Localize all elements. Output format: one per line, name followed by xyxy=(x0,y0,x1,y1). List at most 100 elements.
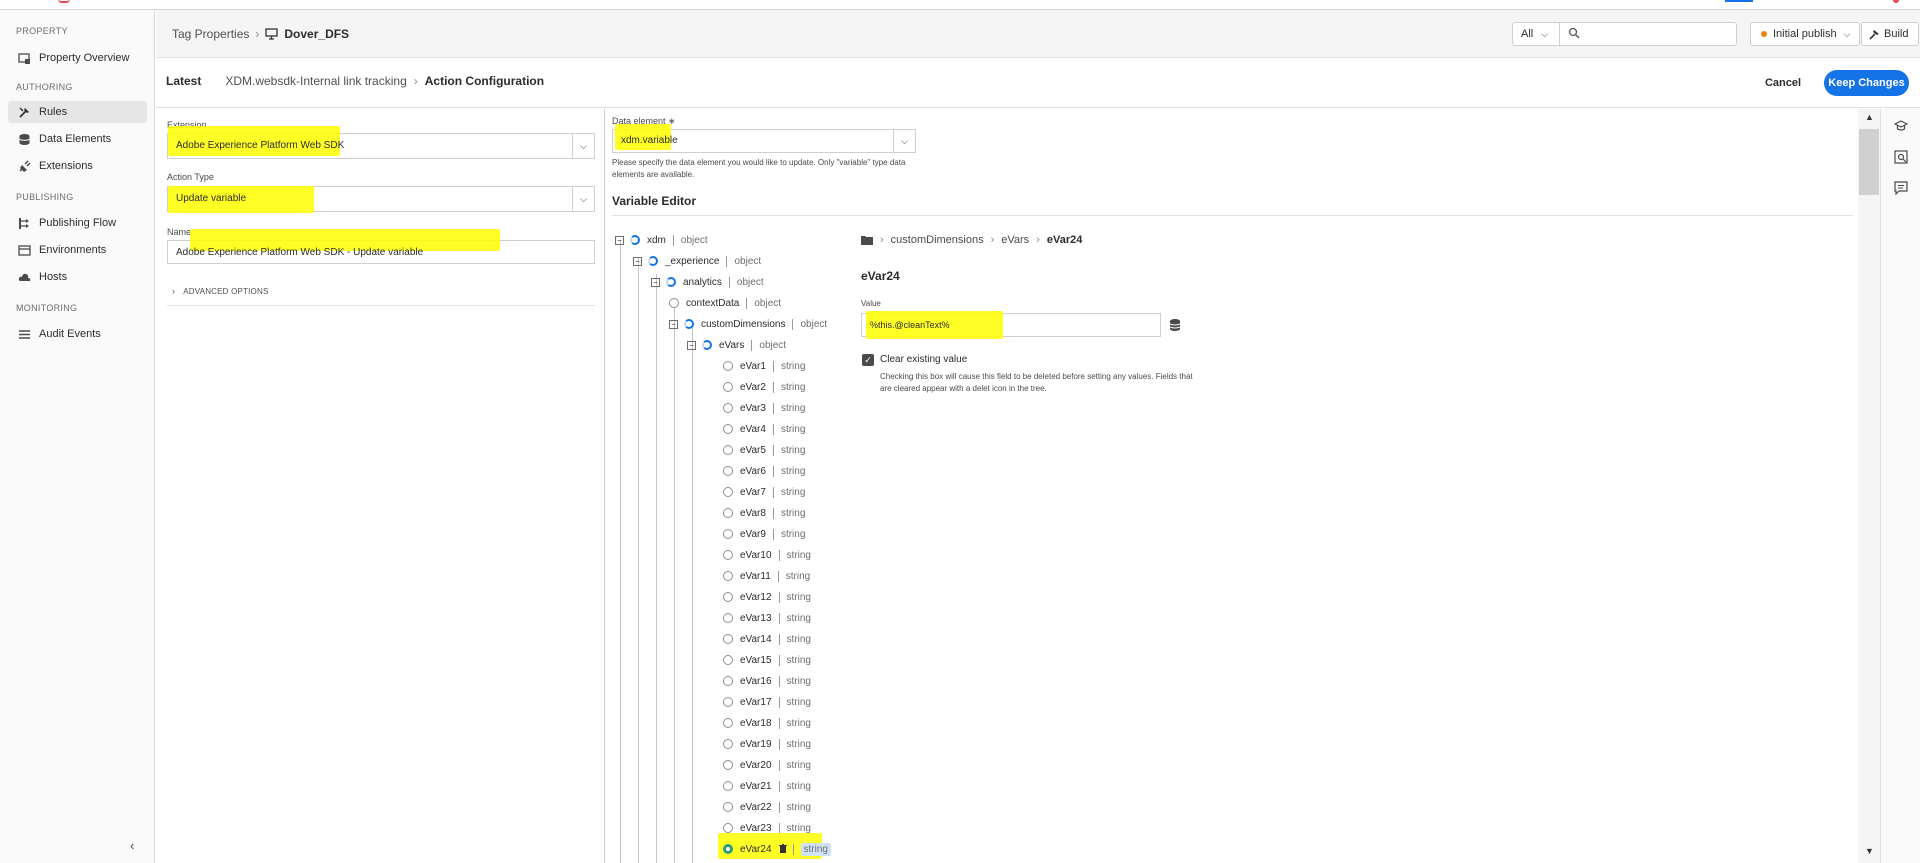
tree-node-evar13[interactable]: eVar13 string xyxy=(723,609,811,627)
tree-node-customdimensions[interactable]: − customDimensions object xyxy=(669,315,827,333)
chevron-down-icon[interactable]: ⌵ xyxy=(893,130,915,152)
collapse-icon[interactable]: − xyxy=(687,340,696,350)
path-segment-current: eVar24 xyxy=(1046,234,1083,246)
collapse-sidebar-icon[interactable]: ‹ xyxy=(130,839,142,852)
scroll-thumb[interactable] xyxy=(1859,129,1879,195)
tree-node-evar2[interactable]: eVar2 string xyxy=(723,378,805,396)
tree-node-type: object xyxy=(800,318,828,330)
tree-node-evar4[interactable]: eVar4 string xyxy=(723,420,805,438)
tree-node-evar18[interactable]: eVar18 string xyxy=(723,714,811,732)
tree-node-evar21[interactable]: eVar21 string xyxy=(723,777,811,795)
tree-node-evar3[interactable]: eVar3 string xyxy=(723,399,805,417)
tree-node-analytics[interactable]: − analytics object xyxy=(651,273,764,291)
tree-node-evar15[interactable]: eVar15 string xyxy=(723,651,811,669)
cloud-icon xyxy=(18,271,31,284)
scope-filter-select[interactable]: All ⌵ xyxy=(1512,22,1560,46)
tree-node-type: string xyxy=(785,570,811,582)
vertical-scrollbar[interactable]: ▲ ▼ xyxy=(1858,109,1880,863)
section-property: PROPERTY xyxy=(16,26,68,36)
unset-field-icon xyxy=(723,823,733,833)
tree-node-evar22[interactable]: eVar22 string xyxy=(723,798,811,816)
collapse-icon[interactable]: − xyxy=(615,235,624,245)
build-button[interactable]: Build xyxy=(1861,22,1919,46)
tree-node-evar24-selected[interactable]: eVar24 string xyxy=(723,840,831,858)
tree-node-evar9[interactable]: eVar9 string xyxy=(723,525,805,543)
unset-field-icon xyxy=(723,571,733,581)
tree-node-evar8[interactable]: eVar8 string xyxy=(723,504,805,522)
separator xyxy=(672,234,674,246)
tree-node-type: string xyxy=(786,738,811,750)
tree-guide xyxy=(656,274,657,863)
publish-status-button[interactable]: Initial publish ⌵ xyxy=(1750,22,1860,46)
list-icon xyxy=(18,328,31,341)
tree-node-name: eVar3 xyxy=(740,402,766,414)
current-page-title: Action Configuration xyxy=(424,74,545,88)
section-publishing: PUBLISHING xyxy=(16,192,74,202)
tree-node-evar16[interactable]: eVar16 string xyxy=(723,672,811,690)
collapse-icon[interactable]: − xyxy=(633,256,642,266)
extension-select[interactable]: Adobe Experience Platform Web SDK ⌵ xyxy=(167,126,595,159)
tree-node-type: string xyxy=(786,612,811,624)
breadcrumb-tag-properties[interactable]: Tag Properties xyxy=(172,27,249,41)
clear-existing-checkbox[interactable]: ✓ xyxy=(862,354,874,366)
sidebar-item-data-elements[interactable]: Data Elements xyxy=(8,128,147,150)
data-element-select[interactable]: xdm.variable ⌵ xyxy=(612,124,916,153)
scroll-up-icon[interactable]: ▲ xyxy=(1865,112,1874,122)
sidebar-item-hosts[interactable]: Hosts xyxy=(8,266,147,288)
tree-node-experience[interactable]: − _experience object xyxy=(633,252,761,270)
path-segment[interactable]: customDimensions xyxy=(891,234,984,246)
tree-node-contextdata[interactable]: contextData object xyxy=(669,294,781,312)
rule-name-link[interactable]: XDM.websdk-Internal link tracking xyxy=(225,74,406,88)
chevron-right-icon: › xyxy=(880,234,884,246)
tree-node-name: customDimensions xyxy=(701,318,786,330)
sidebar-item-audit-events[interactable]: Audit Events xyxy=(8,323,147,345)
object-icon xyxy=(630,235,640,245)
sidebar-item-publishing-flow[interactable]: Publishing Flow xyxy=(8,212,147,234)
chevron-down-icon[interactable]: ⌵ xyxy=(572,134,594,158)
sidebar-item-environments[interactable]: Environments xyxy=(8,239,147,261)
tree-node-evar1[interactable]: eVar1 string xyxy=(723,357,805,375)
tree-node-evar6[interactable]: eVar6 string xyxy=(723,462,805,480)
tree-node-evar14[interactable]: eVar14 string xyxy=(723,630,811,648)
search-input[interactable] xyxy=(1559,22,1737,46)
learn-icon[interactable] xyxy=(1893,119,1909,133)
collapse-icon[interactable]: − xyxy=(651,277,660,287)
separator xyxy=(777,570,779,582)
action-type-select[interactable]: Update variable ⌵ xyxy=(167,186,595,213)
path-segment[interactable]: eVars xyxy=(1001,234,1029,246)
tree-node-evar19[interactable]: eVar19 string xyxy=(723,735,811,753)
latest-revision-tab[interactable]: Latest xyxy=(166,74,201,88)
action-type-label: Action Type xyxy=(167,172,214,182)
tree-node-evar7[interactable]: eVar7 string xyxy=(723,483,805,501)
unset-field-icon xyxy=(723,382,733,392)
tree-node-evar12[interactable]: eVar12 string xyxy=(723,588,811,606)
environments-icon xyxy=(18,244,31,257)
chevron-down-icon[interactable]: ⌵ xyxy=(572,187,594,211)
scroll-down-icon[interactable]: ▼ xyxy=(1865,846,1874,856)
tree-node-evar20[interactable]: eVar20 string xyxy=(723,756,811,774)
tree-node-evar17[interactable]: eVar17 string xyxy=(723,693,811,711)
data-element-picker-icon[interactable] xyxy=(1169,318,1181,332)
sidebar-item-extensions[interactable]: Extensions xyxy=(8,155,147,177)
unset-field-icon xyxy=(723,739,733,749)
keep-changes-button[interactable]: Keep Changes xyxy=(1824,70,1909,96)
tree-node-evar11[interactable]: eVar11 string xyxy=(723,567,810,585)
advanced-options-toggle[interactable]: › ADVANCED OPTIONS xyxy=(172,286,269,296)
value-input[interactable]: %this.@cleanText% xyxy=(861,311,1161,339)
tree-node-evars[interactable]: − eVars object xyxy=(687,336,786,354)
collapse-icon[interactable]: − xyxy=(669,319,678,329)
sidebar-item-property-overview[interactable]: Property Overview xyxy=(8,47,147,69)
tree-node-name: eVar24 xyxy=(740,843,772,855)
sidebar-item-rules[interactable]: Rules xyxy=(8,101,147,123)
comment-icon[interactable] xyxy=(1894,181,1908,196)
action-type-value: Update variable xyxy=(176,193,247,204)
divider xyxy=(167,305,595,306)
tree-node-evar5[interactable]: eVar5 string xyxy=(723,441,805,459)
sidebar-item-label: Rules xyxy=(39,106,68,118)
tree-node-evar10[interactable]: eVar10 string xyxy=(723,546,811,564)
cancel-button[interactable]: Cancel xyxy=(1749,71,1817,95)
inspect-icon[interactable] xyxy=(1894,150,1908,164)
tree-node-xdm[interactable]: − xdm object xyxy=(615,231,708,249)
name-input[interactable]: Adobe Experience Platform Web SDK - Upda… xyxy=(167,229,595,264)
sidebar-item-label: Data Elements xyxy=(39,133,112,145)
